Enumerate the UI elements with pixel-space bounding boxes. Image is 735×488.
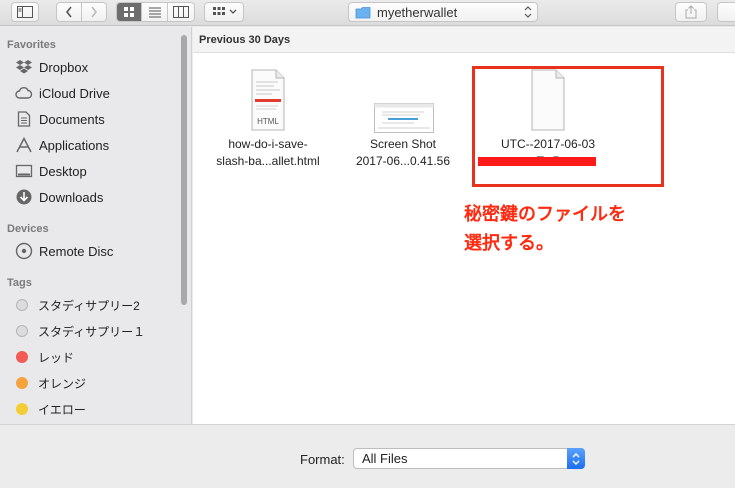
arrange-button[interactable] <box>204 2 244 22</box>
select-stepper-icon <box>567 448 585 469</box>
sidebar-tag[interactable]: スタディサプリー１ <box>16 321 181 341</box>
file-name: slash-ba...allet.html <box>216 154 320 168</box>
columns-icon <box>172 6 189 18</box>
section-header: Previous 30 Days <box>193 27 735 53</box>
sidebar-item-downloads[interactable]: Downloads <box>14 186 179 208</box>
tag-color-dot <box>16 351 28 363</box>
chevron-left-icon <box>65 6 72 18</box>
format-select[interactable]: All Files <box>353 448 585 469</box>
folder-icon <box>355 6 371 18</box>
annotation-line: 選択する。 <box>464 233 554 254</box>
devices-heading: Devices <box>7 223 49 235</box>
format-value: All Files <box>362 451 408 466</box>
sidebar-item-applications[interactable]: Applications <box>14 134 179 156</box>
bottom-bar: Format: All Files <box>0 424 735 488</box>
annotation-line: 秘密鍵のファイルを <box>464 204 626 225</box>
sidebar-item-desktop[interactable]: Desktop <box>14 160 179 182</box>
sidebar-item-label: Remote Disc <box>39 243 114 259</box>
path-folder-label: myetherwallet <box>377 4 458 20</box>
sidebar-toggle-button[interactable] <box>11 2 39 22</box>
sidebar: Favorites Dropbox iCloud Drive Documents… <box>0 27 192 424</box>
screenshot-thumbnail <box>339 69 467 133</box>
image-thumbnail-icon <box>374 103 434 133</box>
back-forward-control <box>56 2 107 22</box>
sidebar-tag[interactable]: スタディサプリー2 <box>16 295 181 315</box>
disc-icon <box>14 242 34 260</box>
tag-label: スタディサプリー2 <box>38 298 140 313</box>
tag-color-dot <box>16 325 28 337</box>
sidebar-item-icloud-drive[interactable]: iCloud Drive <box>14 82 179 104</box>
forward-button[interactable] <box>82 3 106 21</box>
file-name: Screen Shot <box>369 137 437 151</box>
up-down-chevron-icon <box>524 6 532 18</box>
sidebar-item-dropbox[interactable]: Dropbox <box>14 56 179 78</box>
chevron-right-icon <box>91 6 97 18</box>
sidebar-scrollbar[interactable] <box>181 35 187 305</box>
dropbox-icon <box>14 58 34 76</box>
sidebar-item-label: Applications <box>39 137 110 153</box>
tags-heading: Tags <box>7 277 32 289</box>
icon-view-button[interactable] <box>117 3 143 21</box>
chevron-down-icon <box>229 9 236 14</box>
arrange-grid-icon <box>212 7 225 15</box>
sidebar-item-documents[interactable]: Documents <box>14 108 179 130</box>
format-label: Format: <box>300 452 345 467</box>
tags-button[interactable] <box>717 2 735 22</box>
file-name: how-do-i-save- <box>228 137 308 151</box>
sidebar-item-label: iCloud Drive <box>39 85 110 101</box>
grid-icon <box>124 7 135 17</box>
toolbar: myetherwallet <box>0 0 735 26</box>
sidebar-item-label: Dropbox <box>39 59 89 75</box>
file-name: 2017-06...0.41.56 <box>355 154 451 168</box>
tag-color-dot <box>16 377 28 389</box>
tag-color-dot <box>16 403 28 415</box>
tag-color-dot <box>16 299 28 311</box>
file-item-html[interactable]: HTML how-do-i-save- slash-ba...allet.htm… <box>203 69 333 170</box>
sidebar-item-remote-disc[interactable]: Remote Disc <box>14 240 179 262</box>
cloud-icon <box>14 84 34 102</box>
applications-icon <box>14 136 34 154</box>
annotation-text: 秘密鍵のファイルを 選択する。 <box>464 200 626 258</box>
tag-icon <box>724 7 734 17</box>
sidebar-icon <box>17 6 33 18</box>
tag-label: レッド <box>38 350 75 365</box>
list-view-button[interactable] <box>142 3 168 21</box>
sidebar-item-label: Downloads <box>39 189 104 205</box>
list-icon <box>148 7 161 18</box>
sidebar-tag[interactable]: レッド <box>16 347 181 367</box>
sidebar-tag[interactable]: イエロー <box>16 399 181 419</box>
documents-icon <box>14 110 34 128</box>
tag-label: イエロー <box>38 402 86 417</box>
highlight-box <box>472 66 664 187</box>
path-popup[interactable]: myetherwallet <box>348 2 538 22</box>
desktop-icon <box>14 162 34 180</box>
view-mode-control <box>116 2 195 22</box>
redaction-bar <box>478 157 596 166</box>
html-file-icon: HTML <box>251 69 285 131</box>
column-view-button[interactable] <box>168 3 194 21</box>
tag-label: オレンジ <box>38 376 87 391</box>
downloads-icon <box>14 188 34 206</box>
back-button[interactable] <box>57 3 82 21</box>
sidebar-tag[interactable]: オレンジ <box>16 373 181 393</box>
share-button[interactable] <box>675 2 707 22</box>
file-item-screenshot[interactable]: Screen Shot 2017-06...0.41.56 <box>339 69 467 170</box>
tag-label: スタディサプリー１ <box>38 324 146 339</box>
share-icon <box>685 5 697 19</box>
sidebar-item-label: Desktop <box>39 163 87 179</box>
file-badge: HTML <box>257 117 279 126</box>
favorites-heading: Favorites <box>7 39 56 51</box>
sidebar-item-label: Documents <box>39 111 105 127</box>
